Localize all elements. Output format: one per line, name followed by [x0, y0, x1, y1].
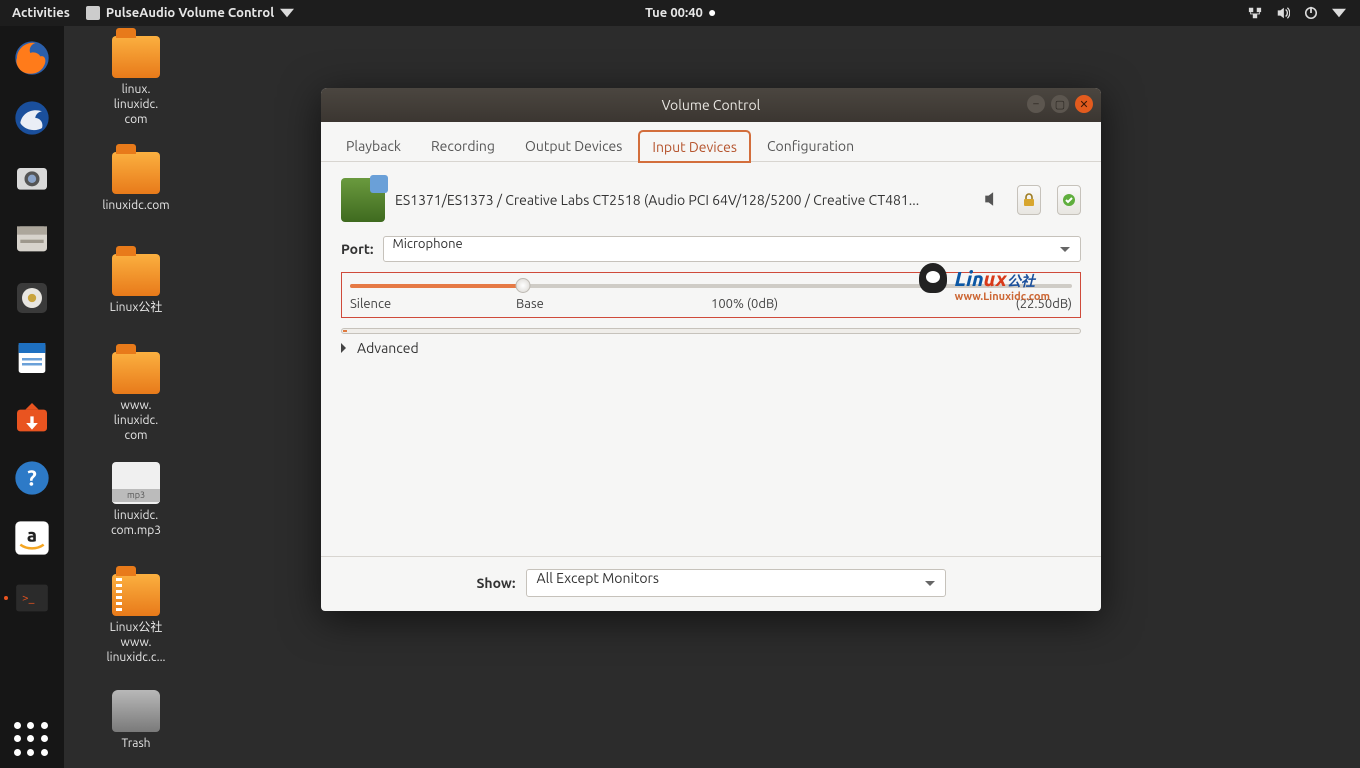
dock-files[interactable] [8, 214, 56, 262]
tab-output-devices[interactable]: Output Devices [512, 130, 635, 161]
icon-label: Trash [86, 736, 186, 751]
icon-label: linux.linuxidc.com [86, 82, 186, 127]
desktop-icon[interactable]: linuxidc.com.mp3 [86, 462, 186, 538]
movie-icon [112, 574, 160, 616]
dock-camera[interactable] [8, 154, 56, 202]
svg-text:a: a [27, 525, 37, 545]
slider-base-label: Base [516, 297, 544, 311]
top-panel: Activities PulseAudio Volume Control Tue… [0, 0, 1360, 26]
show-label: Show: [476, 575, 515, 591]
input-devices-pane: ES1371/ES1373 / Creative Labs CT2518 (Au… [321, 162, 1101, 366]
tab-playback[interactable]: Playback [333, 130, 414, 161]
icon-label: Linux公社 [86, 300, 186, 315]
volume-icon[interactable] [1276, 6, 1290, 20]
power-icon[interactable] [1304, 6, 1318, 20]
watermark: Linux公社 www.Linuxidc.com [955, 267, 1050, 303]
clock[interactable]: Tue 00:40 [645, 6, 715, 20]
minimize-button[interactable]: – [1027, 95, 1045, 113]
notification-dot-icon [709, 10, 715, 16]
trash-icon [112, 690, 160, 732]
tab-recording[interactable]: Recording [418, 130, 508, 161]
expand-triangle-icon [341, 343, 351, 353]
dock-thunderbird[interactable] [8, 94, 56, 142]
desktop-icon[interactable]: www.linuxidc.com [86, 352, 186, 443]
set-default-button[interactable] [1057, 185, 1081, 215]
port-label: Port: [341, 241, 373, 257]
icon-label: linuxidc.com.mp3 [86, 508, 186, 538]
show-select[interactable]: All Except Monitors [526, 569, 946, 597]
desktop-icon[interactable]: Trash [86, 690, 186, 751]
vu-meter [341, 328, 1081, 334]
icon-label: www.linuxidc.com [86, 398, 186, 443]
advanced-expander[interactable]: Advanced [341, 340, 1081, 356]
dock-firefox[interactable] [8, 34, 56, 82]
dock-terminal[interactable]: >_ [8, 574, 56, 622]
advanced-label: Advanced [357, 340, 419, 356]
svg-text:>_: >_ [22, 591, 35, 604]
dock-software[interactable] [8, 394, 56, 442]
tab-configuration[interactable]: Configuration [754, 130, 867, 161]
dock-writer[interactable] [8, 334, 56, 382]
tux-icon [919, 263, 947, 293]
dock-amazon[interactable]: a [8, 514, 56, 562]
sound-card-icon [341, 178, 385, 222]
volume-control-window: Volume Control – ▢ ✕ PlaybackRecordingOu… [321, 88, 1101, 611]
show-applications-button[interactable] [14, 722, 50, 758]
launcher-dock: ? a >_ [0, 26, 64, 768]
window-title: Volume Control [662, 97, 761, 113]
tab-bar: PlaybackRecordingOutput DevicesInput Dev… [321, 122, 1101, 162]
activities-button[interactable]: Activities [12, 6, 70, 20]
desktop-icon[interactable]: Linux公社www.linuxidc.c... [86, 574, 186, 665]
chevron-down-icon[interactable] [1332, 6, 1346, 20]
app-menu-label: PulseAudio Volume Control [106, 6, 274, 20]
folder-icon [112, 254, 160, 296]
slider-silence-label: Silence [350, 297, 391, 311]
clock-text: Tue 00:40 [645, 6, 703, 20]
show-filter-bar: Show: All Except Monitors [321, 556, 1101, 611]
network-icon[interactable] [1248, 6, 1262, 20]
folder-icon [112, 352, 160, 394]
folder-icon [112, 36, 160, 78]
chevron-down-icon [280, 6, 294, 20]
mute-button[interactable] [983, 190, 1001, 211]
desktop-icon[interactable]: Linux公社 [86, 254, 186, 315]
volume-slider-area: Silence Base 100% (0dB) (22.50dB) Linux公… [341, 272, 1081, 318]
lock-channels-button[interactable] [1017, 185, 1041, 215]
desktop-icon[interactable]: linuxidc.com [86, 152, 186, 213]
device-name: ES1371/ES1373 / Creative Labs CT2518 (Au… [395, 192, 973, 208]
maximize-button[interactable]: ▢ [1051, 95, 1069, 113]
dock-rhythmbox[interactable] [8, 274, 56, 322]
svg-text:?: ? [27, 467, 37, 491]
mp3-icon [112, 462, 160, 504]
slider-100-label: 100% (0dB) [711, 297, 778, 311]
app-icon [86, 6, 100, 20]
app-menu[interactable]: PulseAudio Volume Control [86, 6, 294, 20]
tab-input-devices[interactable]: Input Devices [639, 131, 750, 162]
close-button[interactable]: ✕ [1075, 95, 1093, 113]
port-value: Microphone [392, 237, 462, 251]
icon-label: linuxidc.com [86, 198, 186, 213]
folder-icon [112, 152, 160, 194]
icon-label: Linux公社www.linuxidc.c... [86, 620, 186, 665]
show-value: All Except Monitors [537, 570, 659, 586]
desktop-icon[interactable]: linux.linuxidc.com [86, 36, 186, 127]
window-titlebar[interactable]: Volume Control – ▢ ✕ [321, 88, 1101, 122]
port-select[interactable]: Microphone [383, 236, 1081, 262]
dock-help[interactable]: ? [8, 454, 56, 502]
